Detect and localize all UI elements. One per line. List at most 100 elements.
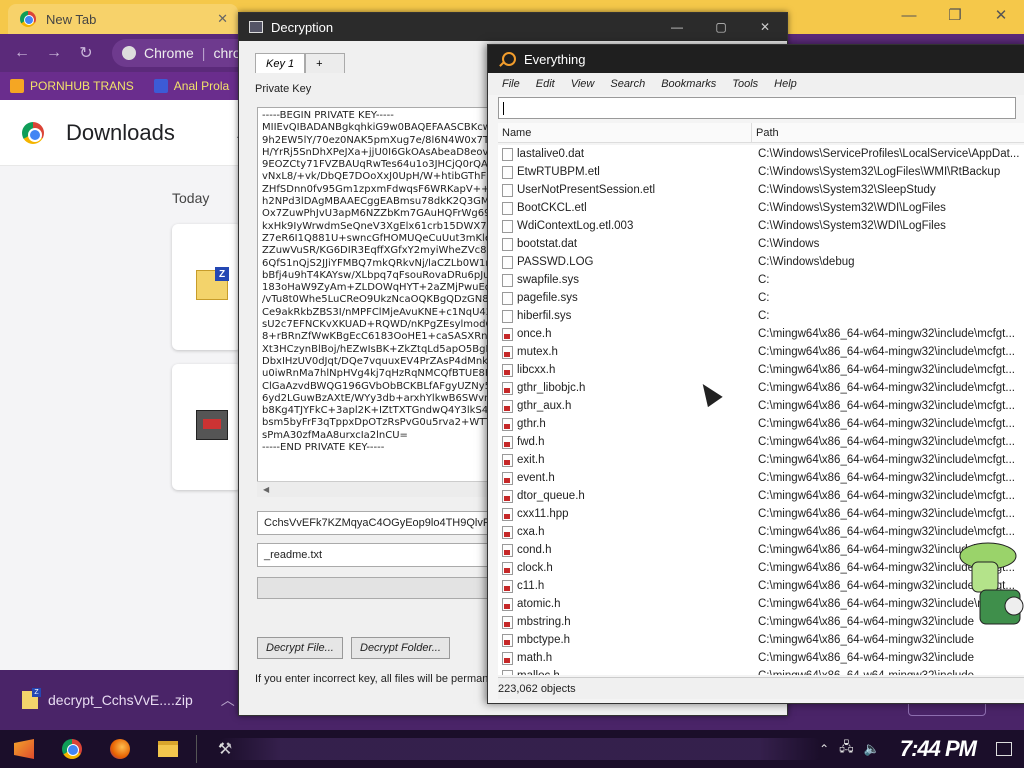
close-icon[interactable]: ✕ — [978, 0, 1024, 30]
header-file-icon — [502, 327, 513, 341]
tab-key-1[interactable]: Key 1 — [255, 53, 306, 73]
result-row[interactable]: pagefile.sys C: — [498, 289, 1024, 307]
close-icon[interactable]: ✕ — [743, 13, 787, 41]
result-row[interactable]: hiberfil.sys C: — [498, 307, 1024, 325]
victim-id-field[interactable]: CchsVvEFk7KZMqyaC4OGyEop9lo4TH9QlvPqpv — [257, 511, 517, 535]
taskbar-firefox[interactable] — [96, 730, 144, 768]
result-row[interactable]: mbctype.h C:\mingw64\x86_64-w64-mingw32\i… — [498, 631, 1024, 649]
result-row[interactable]: gthr_aux.h C:\mingw64\x86_64-w64-mingw32\… — [498, 397, 1024, 415]
maximize-icon[interactable]: ▢ — [699, 13, 743, 41]
bookmark-item[interactable]: Anal Prola — [153, 79, 230, 93]
result-name: fwd.h — [517, 436, 545, 448]
result-row[interactable]: clock.h C:\mingw64\x86_64-w64-mingw32\inc… — [498, 559, 1024, 577]
minimize-icon[interactable]: — — [886, 0, 932, 30]
result-row[interactable]: mutex.h C:\mingw64\x86_64-w64-mingw32\inc… — [498, 343, 1024, 361]
menu-file[interactable]: File — [502, 78, 520, 90]
menu-search[interactable]: Search — [610, 78, 645, 90]
bookmark-item[interactable]: PORNHUB TRANS — [10, 79, 134, 93]
result-row[interactable]: once.h C:\mingw64\x86_64-w64-mingw32\incl… — [498, 325, 1024, 343]
progress-bar — [257, 577, 517, 599]
chevron-up-icon[interactable]: ︿ — [221, 690, 235, 710]
notification-icon[interactable] — [996, 742, 1012, 756]
menu-edit[interactable]: Edit — [536, 78, 555, 90]
result-name: WdiContextLog.etl.003 — [517, 220, 634, 232]
filename-field[interactable]: _readme.txt — [257, 543, 517, 567]
exe-file-icon — [196, 410, 228, 440]
result-name-cell: once.h — [498, 327, 752, 341]
bookmark-label: Anal Prola — [173, 79, 230, 93]
search-input[interactable] — [498, 97, 1016, 119]
result-row[interactable]: UserNotPresentSession.etl C:\Windows\Syst… — [498, 181, 1024, 199]
result-row[interactable]: gthr_libobjc.h C:\mingw64\x86_64-w64-ming… — [498, 379, 1024, 397]
column-header-path[interactable]: Path — [752, 123, 779, 142]
result-row[interactable]: cxa.h C:\mingw64\x86_64-w64-mingw32\inclu… — [498, 523, 1024, 541]
result-row[interactable]: c11.h C:\mingw64\x86_64-w64-mingw32\inclu… — [498, 577, 1024, 595]
result-row[interactable]: BootCKCL.etl C:\Windows\System32\WDI\LogF… — [498, 199, 1024, 217]
header-file-icon — [502, 435, 513, 449]
chrome-icon — [20, 11, 36, 27]
result-path: C:\mingw64\x86_64-w64-mingw32\include\mc… — [758, 400, 1015, 412]
omnibox-separator: | — [201, 45, 206, 61]
volume-icon[interactable]: 🔈 — [864, 741, 880, 757]
taskbar-file-explorer[interactable] — [144, 730, 192, 768]
header-file-icon — [502, 525, 513, 539]
decrypt-file-button[interactable]: Decrypt File... — [257, 637, 343, 659]
result-name: malloc.h — [517, 670, 560, 675]
maximize-icon[interactable]: ❐ — [932, 0, 978, 30]
chevron-up-icon[interactable]: ⌃ — [819, 742, 829, 756]
download-card-zip[interactable] — [172, 224, 242, 350]
result-row[interactable]: dtor_queue.h C:\mingw64\x86_64-w64-mingw3… — [498, 487, 1024, 505]
clock[interactable]: 7:44 PM — [900, 736, 977, 762]
private-key-textarea[interactable]: -----BEGIN PRIVATE KEY----- MIIEvQIBADAN… — [257, 107, 517, 497]
column-header-name[interactable]: Name — [498, 123, 752, 142]
result-row[interactable]: event.h C:\mingw64\x86_64-w64-mingw32\inc… — [498, 469, 1024, 487]
result-row[interactable]: swapfile.sys C: — [498, 271, 1024, 289]
result-path: C:\mingw64\x86_64-w64-mingw32\include\mc… — [758, 472, 1015, 484]
header-file-icon — [502, 489, 513, 503]
result-name: gthr.h — [517, 418, 546, 430]
chrome-window-controls: — ❐ ✕ — [886, 0, 1024, 30]
close-icon[interactable]: ✕ — [217, 11, 228, 27]
column-headers: Name Path — [498, 123, 1024, 143]
header-file-icon — [502, 417, 513, 431]
forward-arrow-icon[interactable]: → — [40, 39, 68, 67]
result-name-cell: BootCKCL.etl — [498, 201, 752, 215]
result-row[interactable]: malloc.h C:\mingw64\x86_64-w64-mingw32\in… — [498, 667, 1024, 675]
result-row[interactable]: fwd.h C:\mingw64\x86_64-w64-mingw32\inclu… — [498, 433, 1024, 451]
result-row[interactable]: bootstat.dat C:\Windows — [498, 235, 1024, 253]
result-row[interactable]: cond.h C:\mingw64\x86_64-w64-mingw32\incl… — [498, 541, 1024, 559]
result-row[interactable]: lastalive0.dat C:\Windows\ServiceProfiles… — [498, 145, 1024, 163]
result-row[interactable]: cxx11.hpp C:\mingw64\x86_64-w64-mingw32\i… — [498, 505, 1024, 523]
result-path: C:\Windows\System32\WDI\LogFiles — [758, 202, 946, 214]
result-name-cell: mbctype.h — [498, 633, 752, 647]
result-row[interactable]: mbstring.h C:\mingw64\x86_64-w64-mingw32\… — [498, 613, 1024, 631]
result-name: mbctype.h — [517, 634, 571, 646]
network-icon[interactable]: 🖧 — [839, 738, 854, 760]
reload-icon[interactable]: ↻ — [72, 39, 100, 67]
header-file-icon — [502, 633, 513, 647]
menu-help[interactable]: Help — [774, 78, 797, 90]
chrome-tab-new-tab[interactable]: New Tab ✕ — [8, 4, 238, 34]
back-arrow-icon[interactable]: ← — [8, 39, 36, 67]
result-path: C:\Windows\System32\SleepStudy — [758, 184, 936, 196]
decrypt-folder-button[interactable]: Decrypt Folder... — [351, 637, 450, 659]
result-row[interactable]: math.h C:\mingw64\x86_64-w64-mingw32\incl… — [498, 649, 1024, 667]
tab-add[interactable]: + — [305, 53, 346, 73]
result-row[interactable]: EtwRTUBPM.etl C:\Windows\System32\LogFile… — [498, 163, 1024, 181]
object-count: 223,062 objects — [498, 682, 576, 695]
start-button[interactable] — [0, 730, 48, 768]
download-card-exe[interactable] — [172, 364, 242, 490]
result-row[interactable]: gthr.h C:\mingw64\x86_64-w64-mingw32\incl… — [498, 415, 1024, 433]
result-row[interactable]: WdiContextLog.etl.003 C:\Windows\System32… — [498, 217, 1024, 235]
taskbar-chrome[interactable] — [48, 730, 96, 768]
result-row[interactable]: atomic.h C:\mingw64\x86_64-w64-mingw32\in… — [498, 595, 1024, 613]
horizontal-scrollbar[interactable]: ◀ — [257, 481, 517, 497]
shelf-file-name[interactable]: decrypt_CchsVvE....zip — [48, 692, 193, 708]
menu-bookmarks[interactable]: Bookmarks — [661, 78, 716, 90]
result-row[interactable]: libcxx.h C:\mingw64\x86_64-w64-mingw32\in… — [498, 361, 1024, 379]
minimize-icon[interactable]: — — [655, 13, 699, 41]
result-row[interactable]: exit.h C:\mingw64\x86_64-w64-mingw32\incl… — [498, 451, 1024, 469]
menu-tools[interactable]: Tools — [732, 78, 758, 90]
result-row[interactable]: PASSWD.LOG C:\Windows\debug — [498, 253, 1024, 271]
menu-view[interactable]: View — [571, 78, 595, 90]
